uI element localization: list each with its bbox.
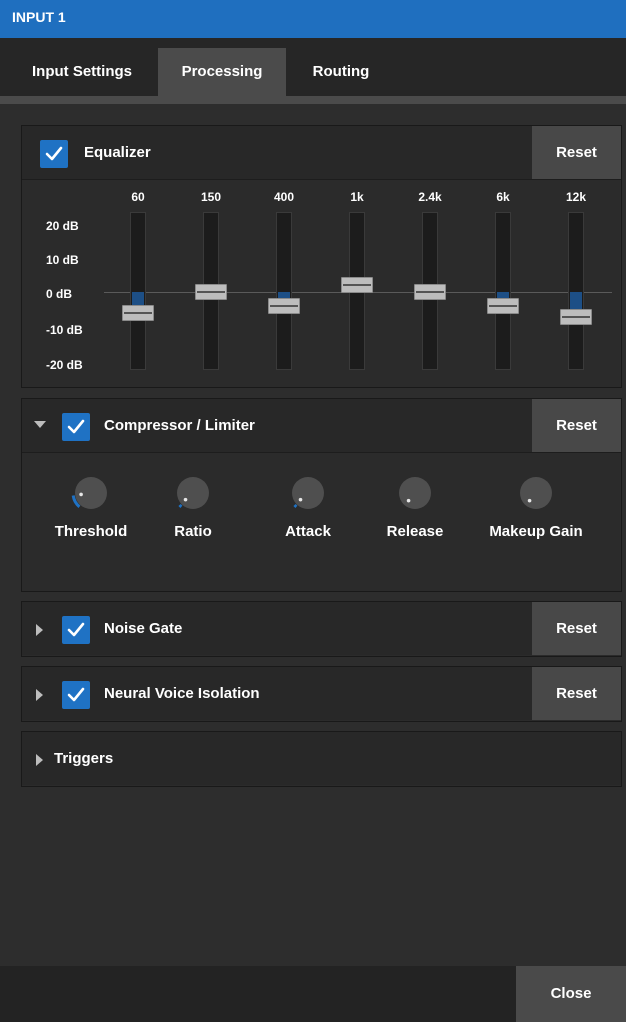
checkmark-icon xyxy=(67,687,85,702)
knob-label: Ratio xyxy=(174,523,212,540)
eq-fader-thumb[interactable] xyxy=(122,305,154,321)
compressor-checkbox[interactable] xyxy=(62,413,90,441)
checkmark-icon xyxy=(67,419,85,434)
eq-fader-track[interactable] xyxy=(130,212,146,370)
chevron-right-icon[interactable] xyxy=(36,624,43,636)
chevron-right-icon[interactable] xyxy=(36,689,43,701)
compressor-reset-button[interactable]: Reset xyxy=(532,399,621,452)
chevron-right-icon[interactable] xyxy=(36,754,43,766)
eq-band-freq-label: 60 xyxy=(131,190,145,204)
knob-label: Attack xyxy=(285,523,331,540)
equalizer-reset-button[interactable]: Reset xyxy=(532,126,621,179)
knob-indicator-dot xyxy=(79,492,83,497)
equalizer-checkbox[interactable] xyxy=(40,140,68,168)
knob-dial-icon[interactable] xyxy=(516,473,556,513)
compressor-knob-ratio[interactable]: Ratio xyxy=(143,473,243,540)
compressor-knob-threshold[interactable]: Threshold xyxy=(41,473,141,540)
knob-level-arc xyxy=(178,503,183,508)
equalizer-header: Equalizer Reset xyxy=(22,126,621,179)
knob-dial-icon[interactable] xyxy=(395,473,435,513)
eq-band-freq-label: 2.4k xyxy=(418,190,442,204)
knob-body xyxy=(292,477,324,509)
knob-level-arc xyxy=(293,503,298,508)
eq-fader-thumb[interactable] xyxy=(414,284,446,300)
voice-isolation-header: Neural Voice Isolation Reset xyxy=(22,667,621,720)
checkmark-icon xyxy=(67,622,85,637)
eq-band-freq-label: 1k xyxy=(350,190,364,204)
processing-panel: Equalizer Reset 20 dB 10 dB 0 dB -10 dB … xyxy=(0,104,626,966)
eq-band-freq-label: 12k xyxy=(565,190,587,204)
chevron-down-icon[interactable] xyxy=(34,421,46,428)
knob-dial-icon[interactable] xyxy=(71,473,111,513)
knob-body xyxy=(399,477,431,509)
eq-db-label: -20 dB xyxy=(46,358,83,372)
knob-body xyxy=(177,477,209,509)
noise-gate-checkbox[interactable] xyxy=(62,616,90,644)
voice-isolation-reset-button[interactable]: Reset xyxy=(532,667,621,720)
voice-isolation-checkbox[interactable] xyxy=(62,681,90,709)
knob-body xyxy=(520,477,552,509)
eq-fader-track[interactable] xyxy=(568,212,584,370)
equalizer-label: Equalizer xyxy=(84,144,151,161)
knob-label: Threshold xyxy=(54,523,128,540)
compressor-knob-attack[interactable]: Attack xyxy=(258,473,358,540)
compressor-knob-makeup-gain[interactable]: Makeup Gain xyxy=(486,473,586,540)
title-bar: INPUT 1 xyxy=(0,0,626,38)
noise-gate-label: Noise Gate xyxy=(104,620,183,637)
knob-indicator-dot xyxy=(183,497,188,502)
compressor-body: Threshold Ratio Attack Release Makeup Gain xyxy=(22,452,621,591)
noise-gate-section: Noise Gate Reset xyxy=(21,601,622,657)
compressor-label: Compressor / Limiter xyxy=(104,417,255,434)
voice-isolation-label: Neural Voice Isolation xyxy=(104,685,260,702)
tab-input-settings[interactable]: Input Settings xyxy=(10,48,154,96)
eq-fader-thumb[interactable] xyxy=(560,308,592,325)
equalizer-section: Equalizer Reset 20 dB 10 dB 0 dB -10 dB … xyxy=(21,125,622,388)
eq-band-freq-label: 150 xyxy=(200,190,222,204)
eq-db-label: 20 dB xyxy=(46,219,79,233)
eq-fader-thumb[interactable] xyxy=(341,277,373,293)
checkmark-icon xyxy=(45,146,63,161)
knob-indicator-dot xyxy=(298,497,303,502)
knob-dial-icon[interactable] xyxy=(173,473,213,513)
noise-gate-reset-button[interactable]: Reset xyxy=(532,602,621,655)
eq-fader-thumb[interactable] xyxy=(487,298,519,314)
eq-band-freq-label: 400 xyxy=(273,190,295,204)
close-button[interactable]: Close xyxy=(516,966,626,1022)
knob-dial-icon[interactable] xyxy=(288,473,328,513)
tab-underline xyxy=(0,96,626,104)
knob-label: Makeup Gain xyxy=(489,523,583,540)
window-title: INPUT 1 xyxy=(12,9,66,25)
triggers-section[interactable]: Triggers xyxy=(21,731,622,787)
compressor-header: Compressor / Limiter Reset xyxy=(22,399,621,452)
noise-gate-header: Noise Gate Reset xyxy=(22,602,621,655)
knob-body xyxy=(75,477,107,509)
tab-bar: Input Settings Processing Routing xyxy=(0,38,626,100)
knob-indicator-dot xyxy=(527,498,532,503)
tab-processing[interactable]: Processing xyxy=(158,48,286,96)
voice-isolation-section: Neural Voice Isolation Reset xyxy=(21,666,622,722)
triggers-label: Triggers xyxy=(54,750,114,767)
eq-fader-track[interactable] xyxy=(276,212,292,370)
compressor-knob-release[interactable]: Release xyxy=(365,473,465,540)
compressor-section: Compressor / Limiter Reset Threshold Rati… xyxy=(21,398,622,592)
eq-db-label: 0 dB xyxy=(46,287,73,301)
eq-fader-thumb[interactable] xyxy=(195,284,227,300)
eq-fader-thumb[interactable] xyxy=(268,298,300,314)
footer-bar: Close xyxy=(0,966,626,1022)
knob-label: Release xyxy=(386,523,444,540)
eq-db-label: -10 dB xyxy=(46,323,83,337)
eq-db-label: 10 dB xyxy=(46,253,79,267)
equalizer-body: 20 dB 10 dB 0 dB -10 dB -20 dB 60 150 400 1… xyxy=(22,179,621,387)
tab-routing[interactable]: Routing xyxy=(290,48,392,96)
eq-fader-track[interactable] xyxy=(495,212,511,370)
eq-band-freq-label: 6k xyxy=(496,190,510,204)
triggers-header[interactable]: Triggers xyxy=(22,732,621,785)
knob-indicator-dot xyxy=(406,498,411,503)
